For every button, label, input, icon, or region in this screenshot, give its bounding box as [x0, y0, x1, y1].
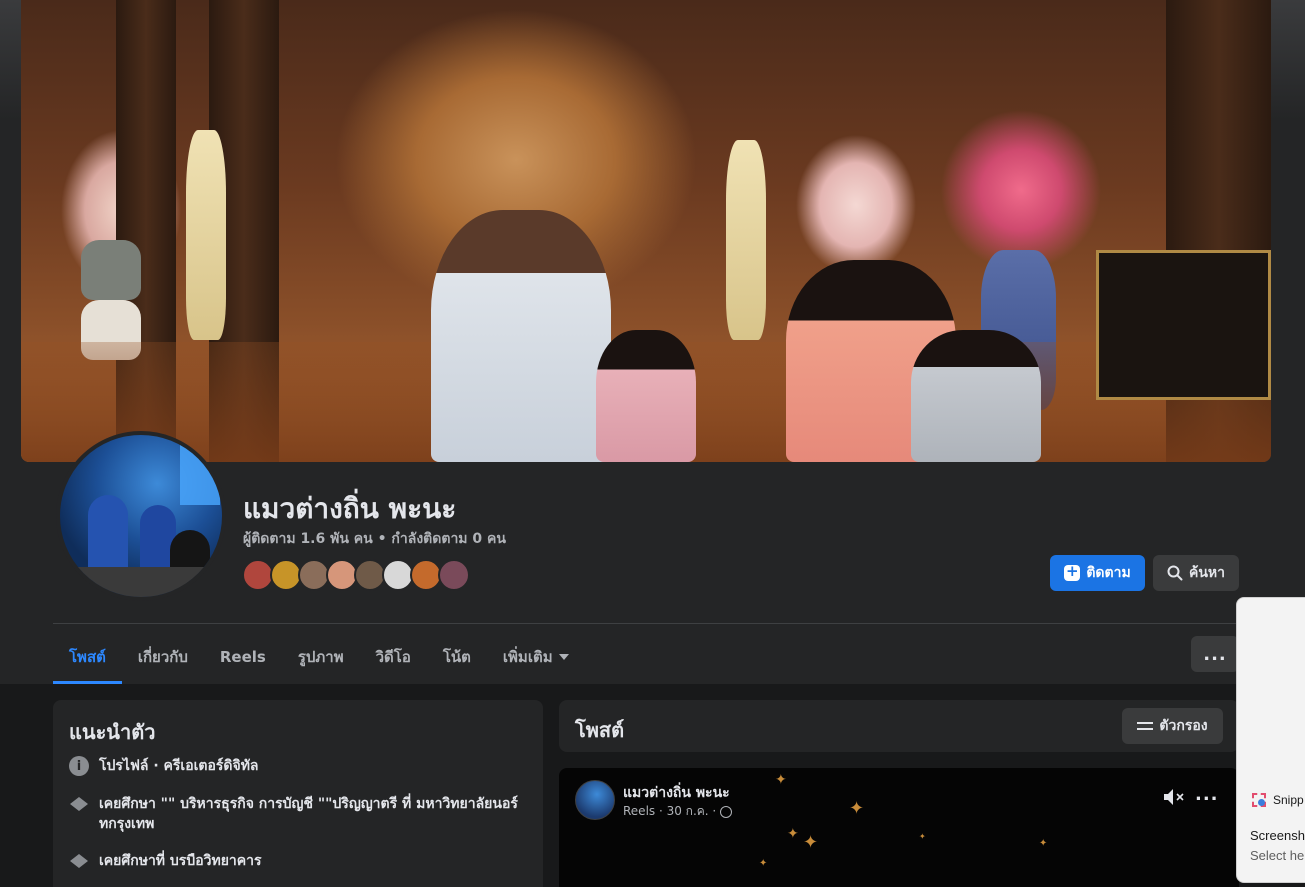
tab-reels[interactable]: Reels [204, 630, 282, 684]
mute-icon[interactable] [1163, 788, 1185, 806]
search-icon [1167, 565, 1183, 581]
post-author-avatar[interactable] [575, 780, 615, 820]
page-title: แมวต่างถิ่น พะนะ [243, 492, 457, 525]
sparkle-decoration: ✦ [775, 772, 787, 788]
profile-tabs: โพสต์ เกี่ยวกับ Reels รูปภาพ วิดีโอ โน้ต… [53, 630, 585, 684]
filter-icon [1137, 720, 1154, 732]
header-divider [53, 623, 1239, 624]
post-meta: Reels · 30 ก.ค. · [623, 802, 733, 821]
filter-button-label: ตัวกรอง [1159, 718, 1208, 734]
cover-person [431, 210, 611, 462]
toast-title: Screensh [1250, 828, 1305, 843]
tab-label: เพิ่มเติม [502, 648, 553, 666]
cover-signboard [1096, 250, 1271, 400]
intro-item-text[interactable]: เคยศึกษาที่ บรบือวิทยาคาร [99, 851, 519, 871]
snipping-notification[interactable]: Snipp Screensh Select he [1236, 597, 1305, 883]
cover-person [911, 330, 1041, 462]
search-button-label: ค้นหา [1188, 565, 1226, 581]
intro-item-text[interactable]: เคยศึกษา "" บริหารธุรกิจ การบัญชี ""ปริญ… [99, 794, 519, 834]
tab-label: วิดีโอ [375, 648, 411, 666]
reel-post[interactable]: ✦ ✦ ✦ ✦ ✦ ✦ ✦ แมวต่างถิ่น พะนะ Reels · 3… [559, 768, 1239, 887]
cover-photo[interactable] [21, 0, 1271, 462]
sparkle-decoration: ✦ [803, 832, 819, 853]
tab-label: เกี่ยวกับ [137, 648, 188, 666]
cover-vase [81, 240, 141, 300]
cover-person [596, 330, 696, 462]
intro-item: i โปรไฟล์ · ครีเอเตอร์ดิจิทัล [69, 756, 519, 776]
post-more-button[interactable]: ... [1195, 784, 1219, 805]
intro-item: เคยศึกษาที่ บรบือวิทยาคาร [69, 851, 519, 871]
globe-icon [720, 805, 733, 818]
cover-candle [726, 140, 766, 340]
snipping-tool-icon [1251, 792, 1267, 808]
chevron-down-icon [558, 654, 569, 660]
sparkle-decoration: ✦ [1039, 838, 1048, 849]
tab-label: รูปภาพ [297, 648, 344, 666]
post-meta-text[interactable]: Reels · 30 ก.ค. · [623, 802, 716, 821]
filter-button[interactable]: ตัวกรอง [1122, 708, 1223, 744]
tab-about[interactable]: เกี่ยวกับ [122, 630, 204, 684]
follow-plus-icon [1064, 562, 1081, 581]
follower-avatars [242, 559, 470, 591]
search-button[interactable]: ค้นหา [1153, 555, 1239, 591]
follower-avatar[interactable] [438, 559, 470, 591]
sparkle-decoration: ✦ [919, 832, 926, 841]
posts-title: โพสต์ [575, 718, 625, 742]
post-author-name[interactable]: แมวต่างถิ่น พะนะ [623, 782, 730, 804]
intro-title: แนะนำตัว [69, 720, 156, 744]
tab-videos[interactable]: วิดีโอ [360, 630, 427, 684]
tab-posts[interactable]: โพสต์ [53, 630, 122, 684]
intro-item-text: โปรไฟล์ · ครีเอเตอร์ดิจิทัล [99, 758, 259, 774]
intro-card: แนะนำตัว i โปรไฟล์ · ครีเอเตอร์ดิจิทัล เ… [53, 700, 543, 887]
tab-notes[interactable]: โน้ต [427, 630, 487, 684]
profile-more-button[interactable]: ... [1191, 636, 1239, 672]
sparkle-decoration: ✦ [849, 798, 865, 819]
tab-label: โพสต์ [69, 648, 106, 666]
tab-photos[interactable]: รูปภาพ [282, 630, 360, 684]
intro-item: เคยศึกษา "" บริหารธุรกิจ การบัญชี ""ปริญ… [69, 794, 519, 834]
avatar-detail [180, 445, 220, 505]
cover-candle [186, 130, 226, 340]
avatar-detail [88, 495, 128, 575]
tab-more[interactable]: เพิ่มเติม [487, 630, 585, 684]
follow-button[interactable]: ติดตาม [1050, 555, 1145, 591]
avatar-detail [60, 567, 222, 597]
sparkle-decoration: ✦ [787, 826, 799, 842]
follow-button-label: ติดตาม [1086, 565, 1131, 581]
profile-avatar[interactable] [56, 431, 226, 601]
graduation-cap-icon [69, 851, 89, 871]
tab-label: Reels [219, 648, 266, 666]
toast-app-name: Snipp [1273, 793, 1304, 807]
tab-label: โน้ต [442, 648, 471, 666]
sparkle-decoration: ✦ [759, 858, 768, 869]
posts-header: โพสต์ ตัวกรอง [559, 700, 1239, 752]
info-icon: i [69, 756, 89, 776]
graduation-cap-icon [69, 794, 89, 814]
toast-subtitle: Select he [1250, 848, 1305, 863]
toast-app-row: Snipp [1251, 792, 1304, 808]
follower-stats[interactable]: ผู้ติดตาม 1.6 พัน คน • กำลังติดตาม 0 คน [243, 528, 506, 550]
